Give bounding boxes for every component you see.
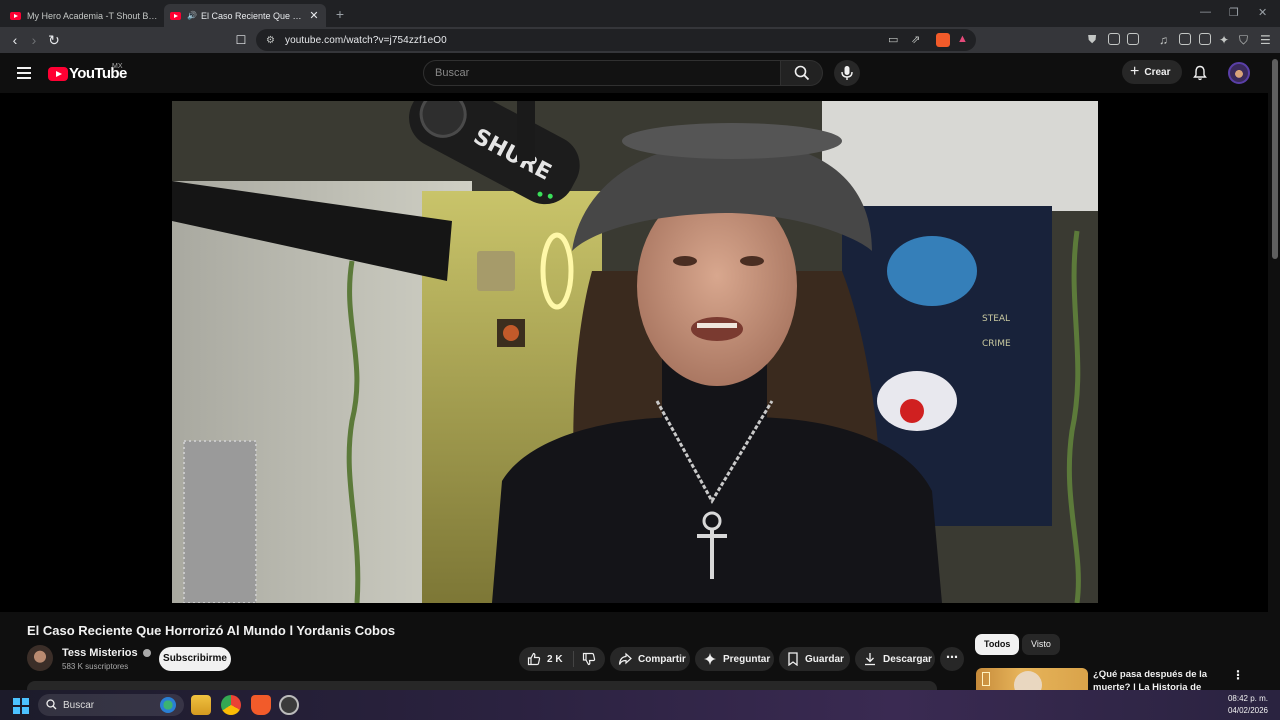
share-page-icon[interactable]: ⇗: [911, 33, 920, 46]
taskbar-search-box[interactable]: Buscar: [38, 694, 184, 716]
like-dislike-group: 2 K: [519, 647, 605, 671]
leo-ai-icon[interactable]: ✦: [1219, 33, 1229, 47]
close-window-icon[interactable]: ✕: [1258, 6, 1267, 19]
recommendation-more-icon[interactable]: ⋮: [1232, 668, 1244, 682]
vpn-shield-icon[interactable]: ⛊: [1088, 34, 1096, 47]
brave-rewards-icon[interactable]: ▲: [957, 33, 968, 45]
close-tab-icon[interactable]: ✕: [308, 9, 320, 22]
create-label: Crear: [1144, 66, 1171, 78]
back-arrow-icon[interactable]: ‹: [6, 31, 24, 49]
youtube-favicon-icon: [10, 11, 21, 20]
ask-label: Preguntar: [723, 653, 771, 665]
download-icon: [865, 653, 875, 666]
share-button[interactable]: Compartir: [610, 647, 690, 671]
forward-arrow-icon[interactable]: ›: [25, 31, 43, 49]
taskbar-search-label: Buscar: [63, 699, 95, 711]
download-button[interactable]: Descargar: [855, 647, 935, 671]
share-label: Compartir: [638, 653, 686, 665]
browser-tab-bar: My Hero Academia -T Shout Baby 是 🔊 El Ca…: [0, 0, 1280, 27]
tab-title: My Hero Academia -T Shout Baby 是: [27, 11, 158, 21]
cast-icon[interactable]: ▭: [888, 33, 898, 46]
ask-button[interactable]: Preguntar: [695, 647, 774, 671]
audio-playing-icon[interactable]: 🔊: [187, 11, 197, 20]
page-scrollbar[interactable]: [1270, 53, 1280, 720]
video-player[interactable]: STEAL CRIME SHURE: [0, 93, 1268, 612]
wallet-icon[interactable]: [1127, 33, 1139, 45]
youtube-favicon-icon: [170, 11, 181, 20]
thumbs-down-icon[interactable]: [582, 652, 596, 666]
like-count: 2 K: [547, 653, 563, 665]
file-explorer-icon[interactable]: [191, 695, 211, 715]
bookmark-icon[interactable]: ☐: [232, 31, 250, 49]
search-icon: [46, 699, 57, 710]
channel-name[interactable]: Tess Misterios: [62, 647, 151, 659]
like-button[interactable]: 2 K: [527, 652, 563, 666]
svg-text:STEAL: STEAL: [982, 314, 1010, 324]
more-actions-button[interactable]: ⋯: [940, 647, 964, 671]
like-divider: [572, 651, 574, 667]
wallet-card-icon[interactable]: [1199, 33, 1211, 45]
save-button[interactable]: Guardar: [779, 647, 850, 671]
chrome-icon[interactable]: [221, 695, 241, 715]
subscribe-button[interactable]: Subscribirme: [159, 647, 231, 671]
plus-icon: +: [1130, 63, 1140, 80]
chip-visto[interactable]: Visto: [1022, 634, 1060, 655]
video-frame[interactable]: STEAL CRIME SHURE: [172, 101, 1098, 603]
search-input[interactable]: Buscar: [423, 60, 781, 86]
notifications-bell-icon[interactable]: [1192, 65, 1208, 81]
youtube-play-logo-icon: [48, 66, 68, 81]
restore-window-icon[interactable]: ❐: [1229, 6, 1239, 19]
create-button[interactable]: + Crear: [1122, 60, 1182, 84]
windows-start-icon[interactable]: [13, 698, 29, 714]
thumbs-up-icon: [527, 652, 541, 666]
sparkle-icon: [704, 653, 716, 665]
windows-taskbar: Buscar 08:42 p. m. 04/02/2026: [0, 690, 1280, 720]
channel-avatar[interactable]: [27, 645, 53, 671]
svg-text:CRIME: CRIME: [982, 339, 1011, 349]
video-scene: STEAL CRIME SHURE: [172, 101, 1098, 603]
tab-title: El Caso Reciente Que Horroriz: [200, 10, 308, 21]
region-code: MX: [112, 63, 123, 70]
browser-menu-icon[interactable]: ☰: [1260, 33, 1271, 47]
download-label: Descargar: [883, 653, 932, 665]
search-button[interactable]: [781, 60, 823, 86]
brave-browser-icon[interactable]: [251, 695, 271, 715]
search-icon: [794, 65, 810, 81]
scrollbar-thumb[interactable]: [1272, 59, 1278, 259]
save-label: Guardar: [805, 653, 844, 665]
obs-icon[interactable]: [279, 695, 299, 715]
privacy-shield-icon[interactable]: ⛉: [1239, 33, 1248, 48]
share-arrow-icon: [618, 652, 632, 665]
brave-shields-icon[interactable]: [936, 33, 950, 47]
site-settings-icon[interactable]: ⚙: [266, 35, 275, 46]
menu-hamburger-icon[interactable]: [17, 67, 31, 79]
system-clock[interactable]: 08:42 p. m. 04/02/2026: [1228, 693, 1268, 717]
address-bar[interactable]: ⚙ youtube.com/watch?v=j754zzf1eO0 ▭ ⇗ ▲: [256, 29, 976, 51]
microphone-icon: [841, 66, 853, 80]
clock-date: 04/02/2026: [1227, 706, 1268, 715]
reload-icon[interactable]: ↻: [45, 31, 63, 49]
recommendation-title[interactable]: ¿Qué pasa después de la muerte? | La His…: [1093, 668, 1221, 690]
bookmark-save-icon: [788, 652, 798, 666]
browser-toolbar: ‹ › ↻ ☐ ⚙ youtube.com/watch?v=j754zzf1eO…: [0, 27, 1280, 53]
url-text: youtube.com/watch?v=j754zzf1eO0: [284, 34, 447, 46]
channel-name-text: Tess Misterios: [62, 647, 138, 659]
search-highlight-icon: [160, 697, 176, 713]
minimize-window-icon[interactable]: —: [1200, 6, 1211, 18]
chip-todos[interactable]: Todos: [975, 634, 1020, 655]
video-title: El Caso Reciente Que Horrorizó Al Mundo …: [27, 623, 396, 638]
subscriber-count: 583 K suscriptores: [62, 662, 129, 671]
sidebar-toggle-icon[interactable]: [1179, 33, 1191, 45]
verified-badge-icon: [142, 649, 151, 657]
voice-search-button[interactable]: [834, 60, 860, 86]
extensions-icon[interactable]: [1108, 33, 1120, 45]
clock-time: 08:42 p. m.: [1227, 694, 1268, 703]
browser-tab-current-video[interactable]: 🔊 El Caso Reciente Que Horroriz ✕: [164, 4, 326, 27]
recommendation-thumbnail[interactable]: [976, 668, 1088, 690]
browser-tab-my-hero-academia[interactable]: My Hero Academia -T Shout Baby 是: [4, 4, 164, 27]
youtube-header: YouTube MX Buscar + Crear: [0, 53, 1280, 93]
new-tab-button[interactable]: +: [330, 6, 350, 22]
user-avatar[interactable]: [1228, 62, 1250, 84]
media-music-icon[interactable]: ♫: [1159, 33, 1168, 47]
